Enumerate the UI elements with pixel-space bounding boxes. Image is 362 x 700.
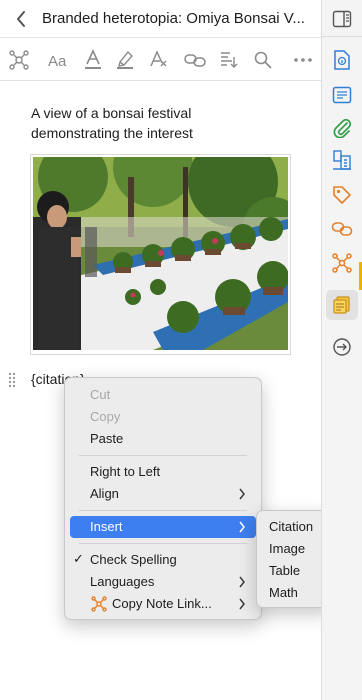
- highlight-icon[interactable]: [110, 39, 140, 81]
- submenu-item-citation[interactable]: Citation: [269, 519, 313, 534]
- submenu-item-math[interactable]: Math: [269, 585, 298, 600]
- menu-item-right-to-left[interactable]: Right to Left: [70, 461, 256, 483]
- note-title: Branded heterotopia: Omiya Bonsai V...: [42, 10, 305, 27]
- menu-item-insert[interactable]: Insert: [70, 516, 256, 538]
- text-color-icon[interactable]: [78, 39, 108, 81]
- bonsai-festival-photo: [33, 157, 288, 350]
- attachments-icon[interactable]: [326, 113, 358, 143]
- notes-icon[interactable]: [326, 290, 358, 320]
- note-header: Branded heterotopia: Omiya Bonsai V...: [0, 0, 321, 38]
- menu-separator: [79, 510, 247, 511]
- notes-network-icon[interactable]: [326, 248, 358, 278]
- menu-item-check-spelling[interactable]: ✓ Check Spelling: [70, 549, 256, 571]
- document-info-icon[interactable]: [326, 45, 358, 75]
- note-line-2: demonstrating the interest: [31, 125, 193, 141]
- menu-item-cut[interactable]: Cut: [70, 384, 256, 406]
- note-reference-icon[interactable]: [214, 39, 244, 81]
- related-icon[interactable]: [326, 214, 358, 244]
- menu-separator: [79, 543, 247, 544]
- note-paragraph[interactable]: A view of a bonsai festival demonstratin…: [31, 103, 193, 143]
- submenu-item-table[interactable]: Table: [269, 563, 300, 578]
- notes-network-icon: [91, 596, 107, 612]
- item-pane-sidenav: [321, 0, 362, 700]
- chevron-left-icon: [17, 10, 25, 27]
- text-style-icon[interactable]: Aa: [44, 39, 74, 81]
- checkmark-icon: ✓: [73, 551, 84, 566]
- back-button[interactable]: [0, 0, 42, 38]
- network-icon[interactable]: [4, 39, 34, 81]
- menu-item-copy-note-link[interactable]: Copy Note Link...: [70, 593, 256, 615]
- format-toolbar: Aa: [0, 39, 321, 81]
- context-menu: Cut Copy Paste Right to Left Align Inser…: [64, 377, 262, 620]
- note-line-1: A view of a bonsai festival: [31, 105, 192, 121]
- abstract-icon[interactable]: [326, 80, 358, 110]
- chevron-right-icon: [239, 521, 245, 533]
- locate-icon[interactable]: [326, 332, 358, 362]
- menu-item-align[interactable]: Align: [70, 483, 256, 505]
- drag-handle-icon[interactable]: [8, 372, 16, 388]
- libraries-icon[interactable]: [326, 145, 358, 175]
- chevron-right-icon: [239, 488, 245, 500]
- menu-item-copy[interactable]: Copy: [70, 406, 256, 428]
- menu-separator: [79, 455, 247, 456]
- svg-text:Aa: Aa: [48, 53, 67, 69]
- toggle-pane-icon[interactable]: [326, 4, 358, 34]
- sidebar-separator: [322, 36, 362, 37]
- tags-icon[interactable]: [326, 180, 358, 210]
- chevron-right-icon: [239, 576, 245, 588]
- menu-item-languages[interactable]: Languages: [70, 571, 256, 593]
- find-icon[interactable]: [248, 39, 278, 81]
- more-icon[interactable]: [288, 39, 318, 81]
- note-image[interactable]: [30, 154, 291, 355]
- menu-item-paste[interactable]: Paste: [70, 428, 256, 450]
- chevron-right-icon: [239, 598, 245, 610]
- submenu-item-image[interactable]: Image: [269, 541, 305, 556]
- clear-format-icon[interactable]: [144, 39, 174, 81]
- link-icon[interactable]: [180, 39, 210, 81]
